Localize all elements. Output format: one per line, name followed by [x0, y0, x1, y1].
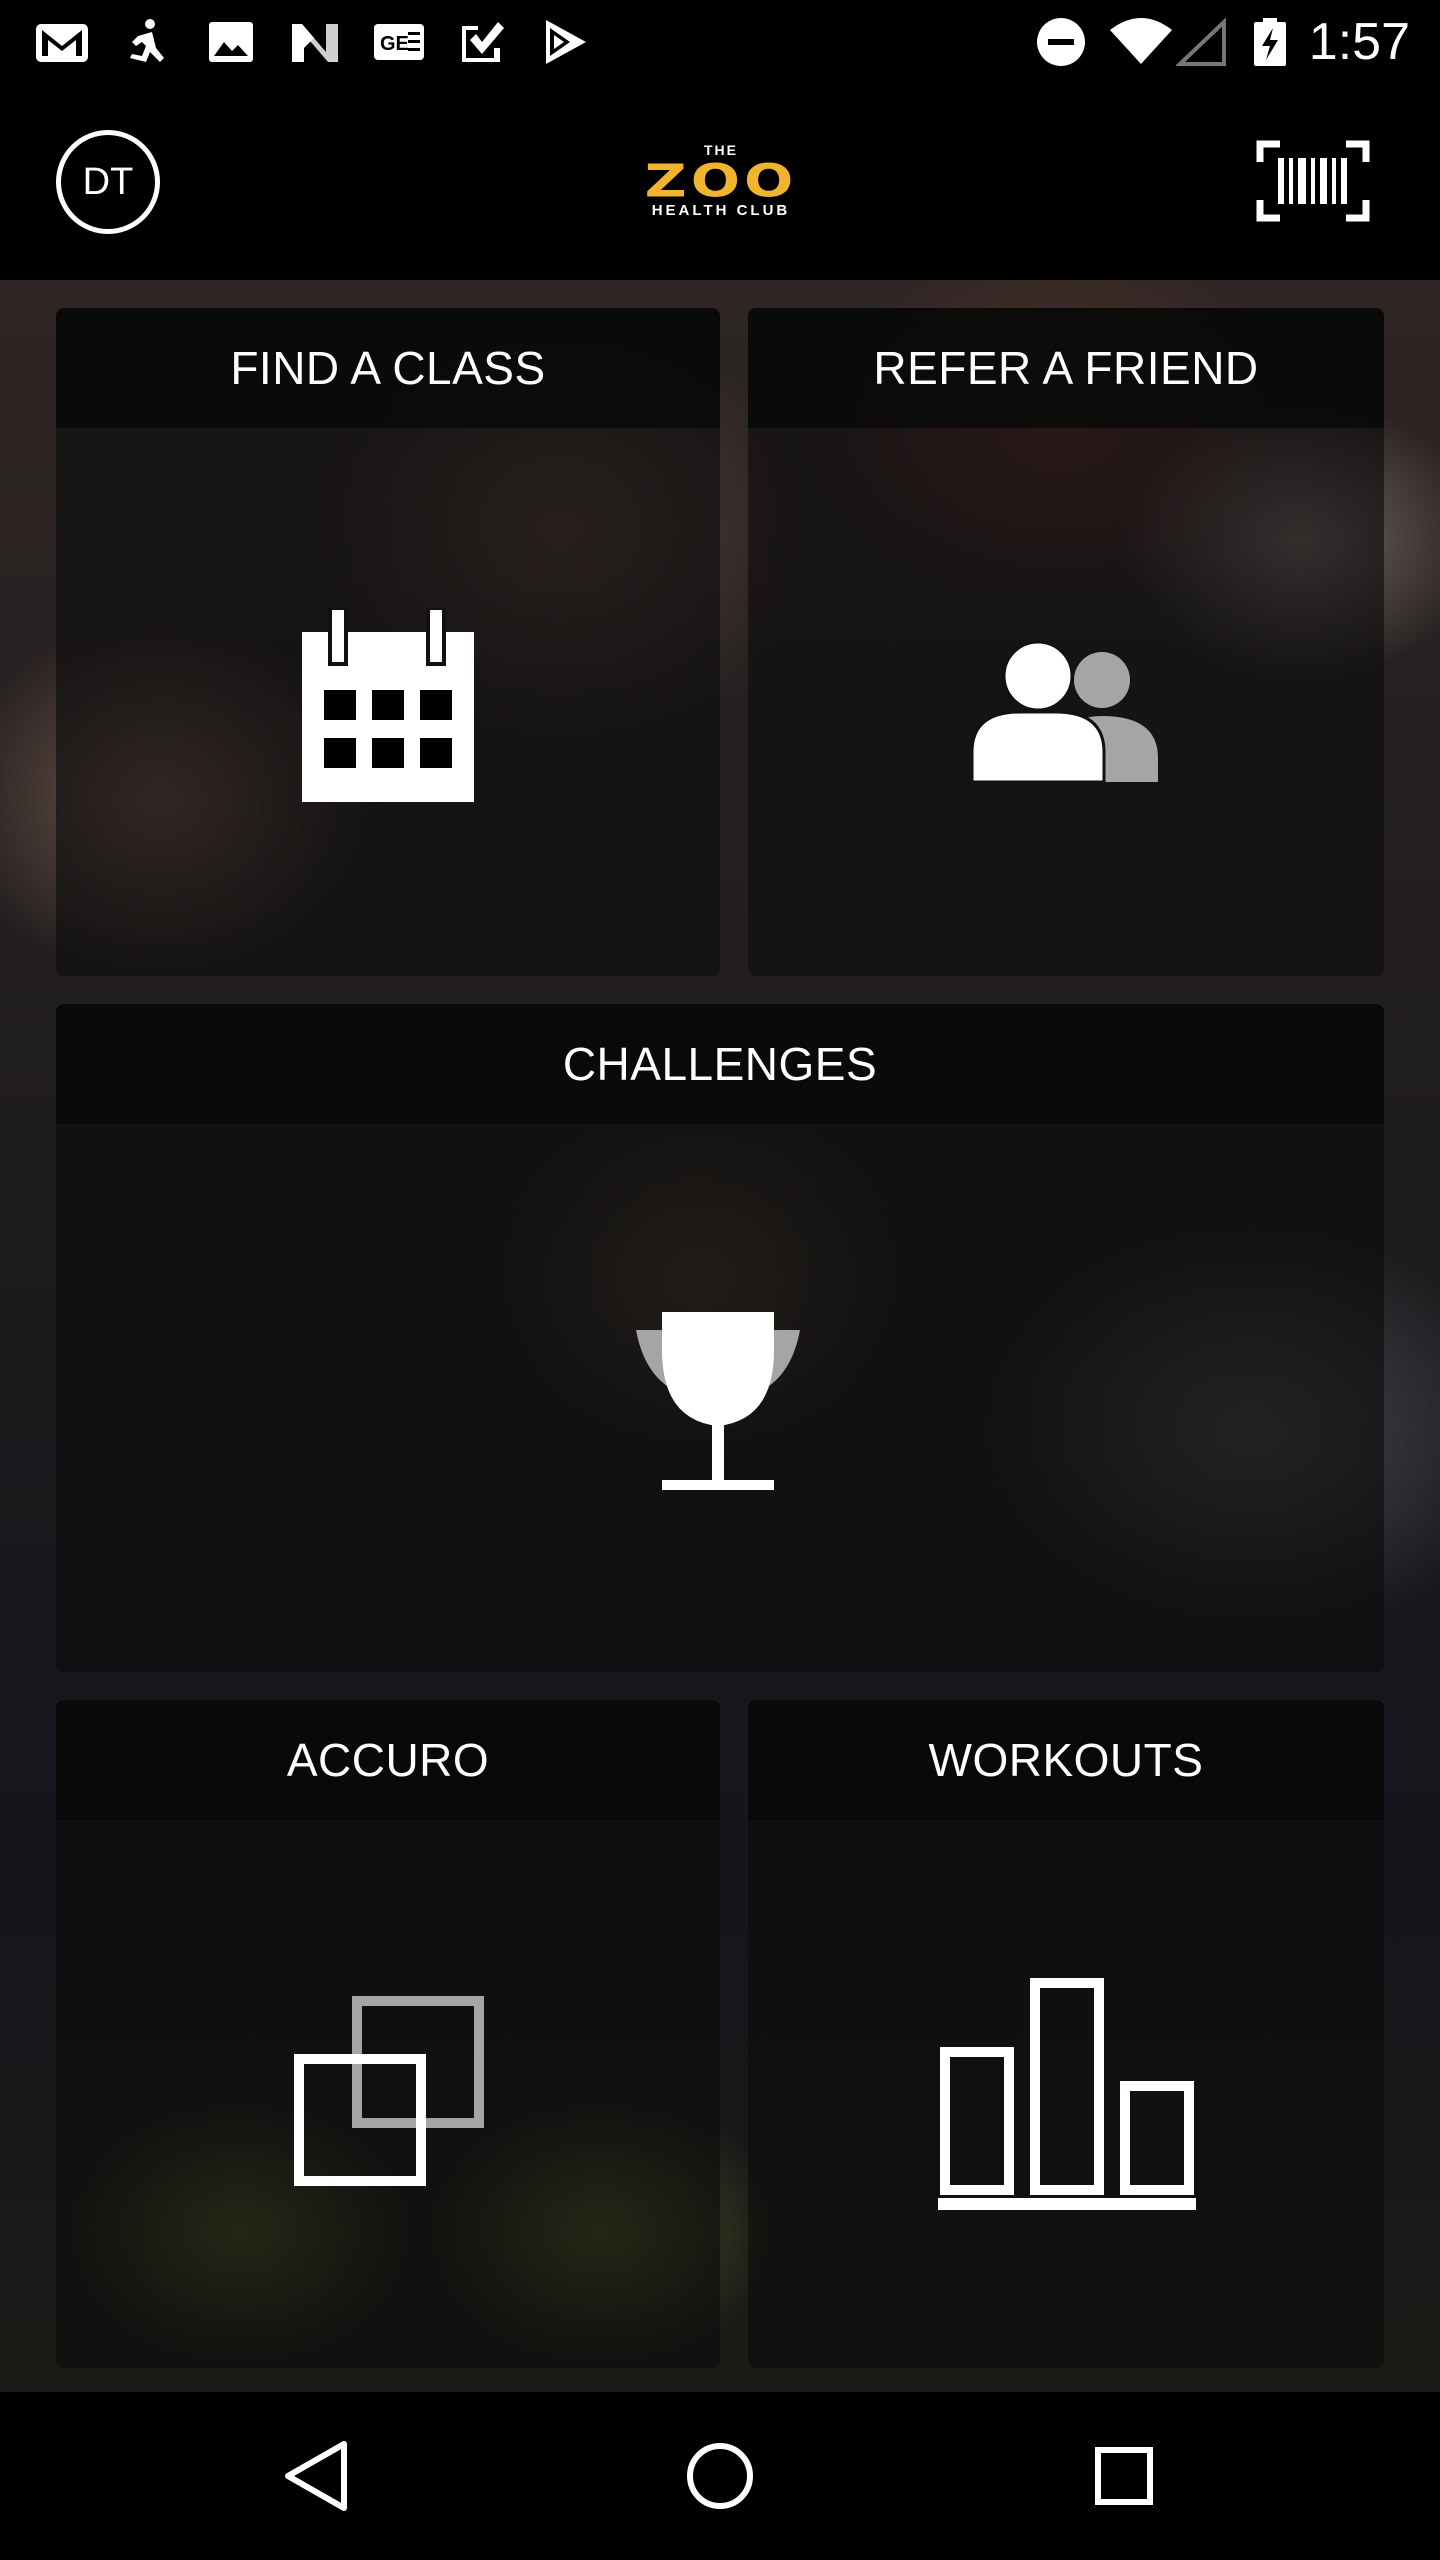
barcode-icon[interactable]	[1256, 140, 1370, 222]
runner-icon	[130, 19, 164, 62]
recents-icon[interactable]	[1074, 2426, 1174, 2526]
people-icon	[972, 640, 1158, 782]
status-bar: GE 1:57	[0, 0, 1440, 84]
n-icon	[292, 24, 338, 62]
tile-find-a-class[interactable]: FIND A CLASS	[56, 308, 720, 976]
bar-chart-icon	[938, 1978, 1196, 2210]
logo-name: ZOO	[644, 154, 798, 208]
play-store-icon	[546, 20, 586, 64]
logo-subtitle: HEALTH CLUB	[651, 202, 791, 219]
zoo-logo: THE ZOO HEALTH CLUB	[618, 142, 824, 222]
tile-workouts[interactable]: WORKOUTS	[748, 1700, 1384, 2368]
svg-text:GE: GE	[380, 33, 409, 55]
tile-title: FIND A CLASS	[56, 308, 720, 428]
tile-accuro[interactable]: ACCURO	[56, 1700, 720, 2368]
tile-refer-a-friend[interactable]: REFER A FRIEND	[748, 308, 1384, 976]
tile-title: REFER A FRIEND	[748, 308, 1384, 428]
check-icon	[462, 22, 504, 62]
gmail-icon	[36, 24, 88, 62]
battery-charging-icon	[1254, 18, 1286, 66]
ge-icon: GE	[374, 24, 424, 60]
back-icon[interactable]	[266, 2426, 366, 2526]
image-icon	[209, 22, 253, 62]
avatar[interactable]: DT	[56, 130, 160, 234]
calendar-icon	[302, 608, 474, 802]
tile-title: CHALLENGES	[56, 1004, 1384, 1124]
trophy-icon	[636, 1312, 800, 1490]
do-not-disturb-icon	[1037, 18, 1085, 66]
dashboard-background: FIND A CLASS REFER A FRIEND CHALLENGES A…	[0, 280, 1440, 2392]
wifi-icon	[1110, 18, 1172, 64]
tile-title: WORKOUTS	[748, 1700, 1384, 1820]
home-icon[interactable]	[670, 2426, 770, 2526]
tile-title: ACCURO	[56, 1700, 720, 1820]
status-time: 1:57	[1308, 13, 1410, 71]
signal-icon	[1176, 18, 1226, 66]
app-bar: DT THE ZOO HEALTH CLUB	[0, 84, 1440, 280]
navigation-bar	[0, 2392, 1440, 2560]
tile-challenges[interactable]: CHALLENGES	[56, 1004, 1384, 1672]
overlap-squares-icon	[294, 1996, 484, 2186]
